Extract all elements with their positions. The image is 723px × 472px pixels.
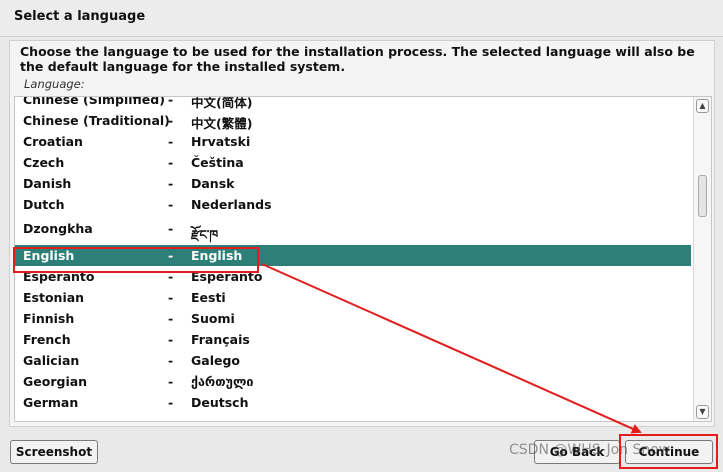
annotation-arrow <box>261 263 642 434</box>
